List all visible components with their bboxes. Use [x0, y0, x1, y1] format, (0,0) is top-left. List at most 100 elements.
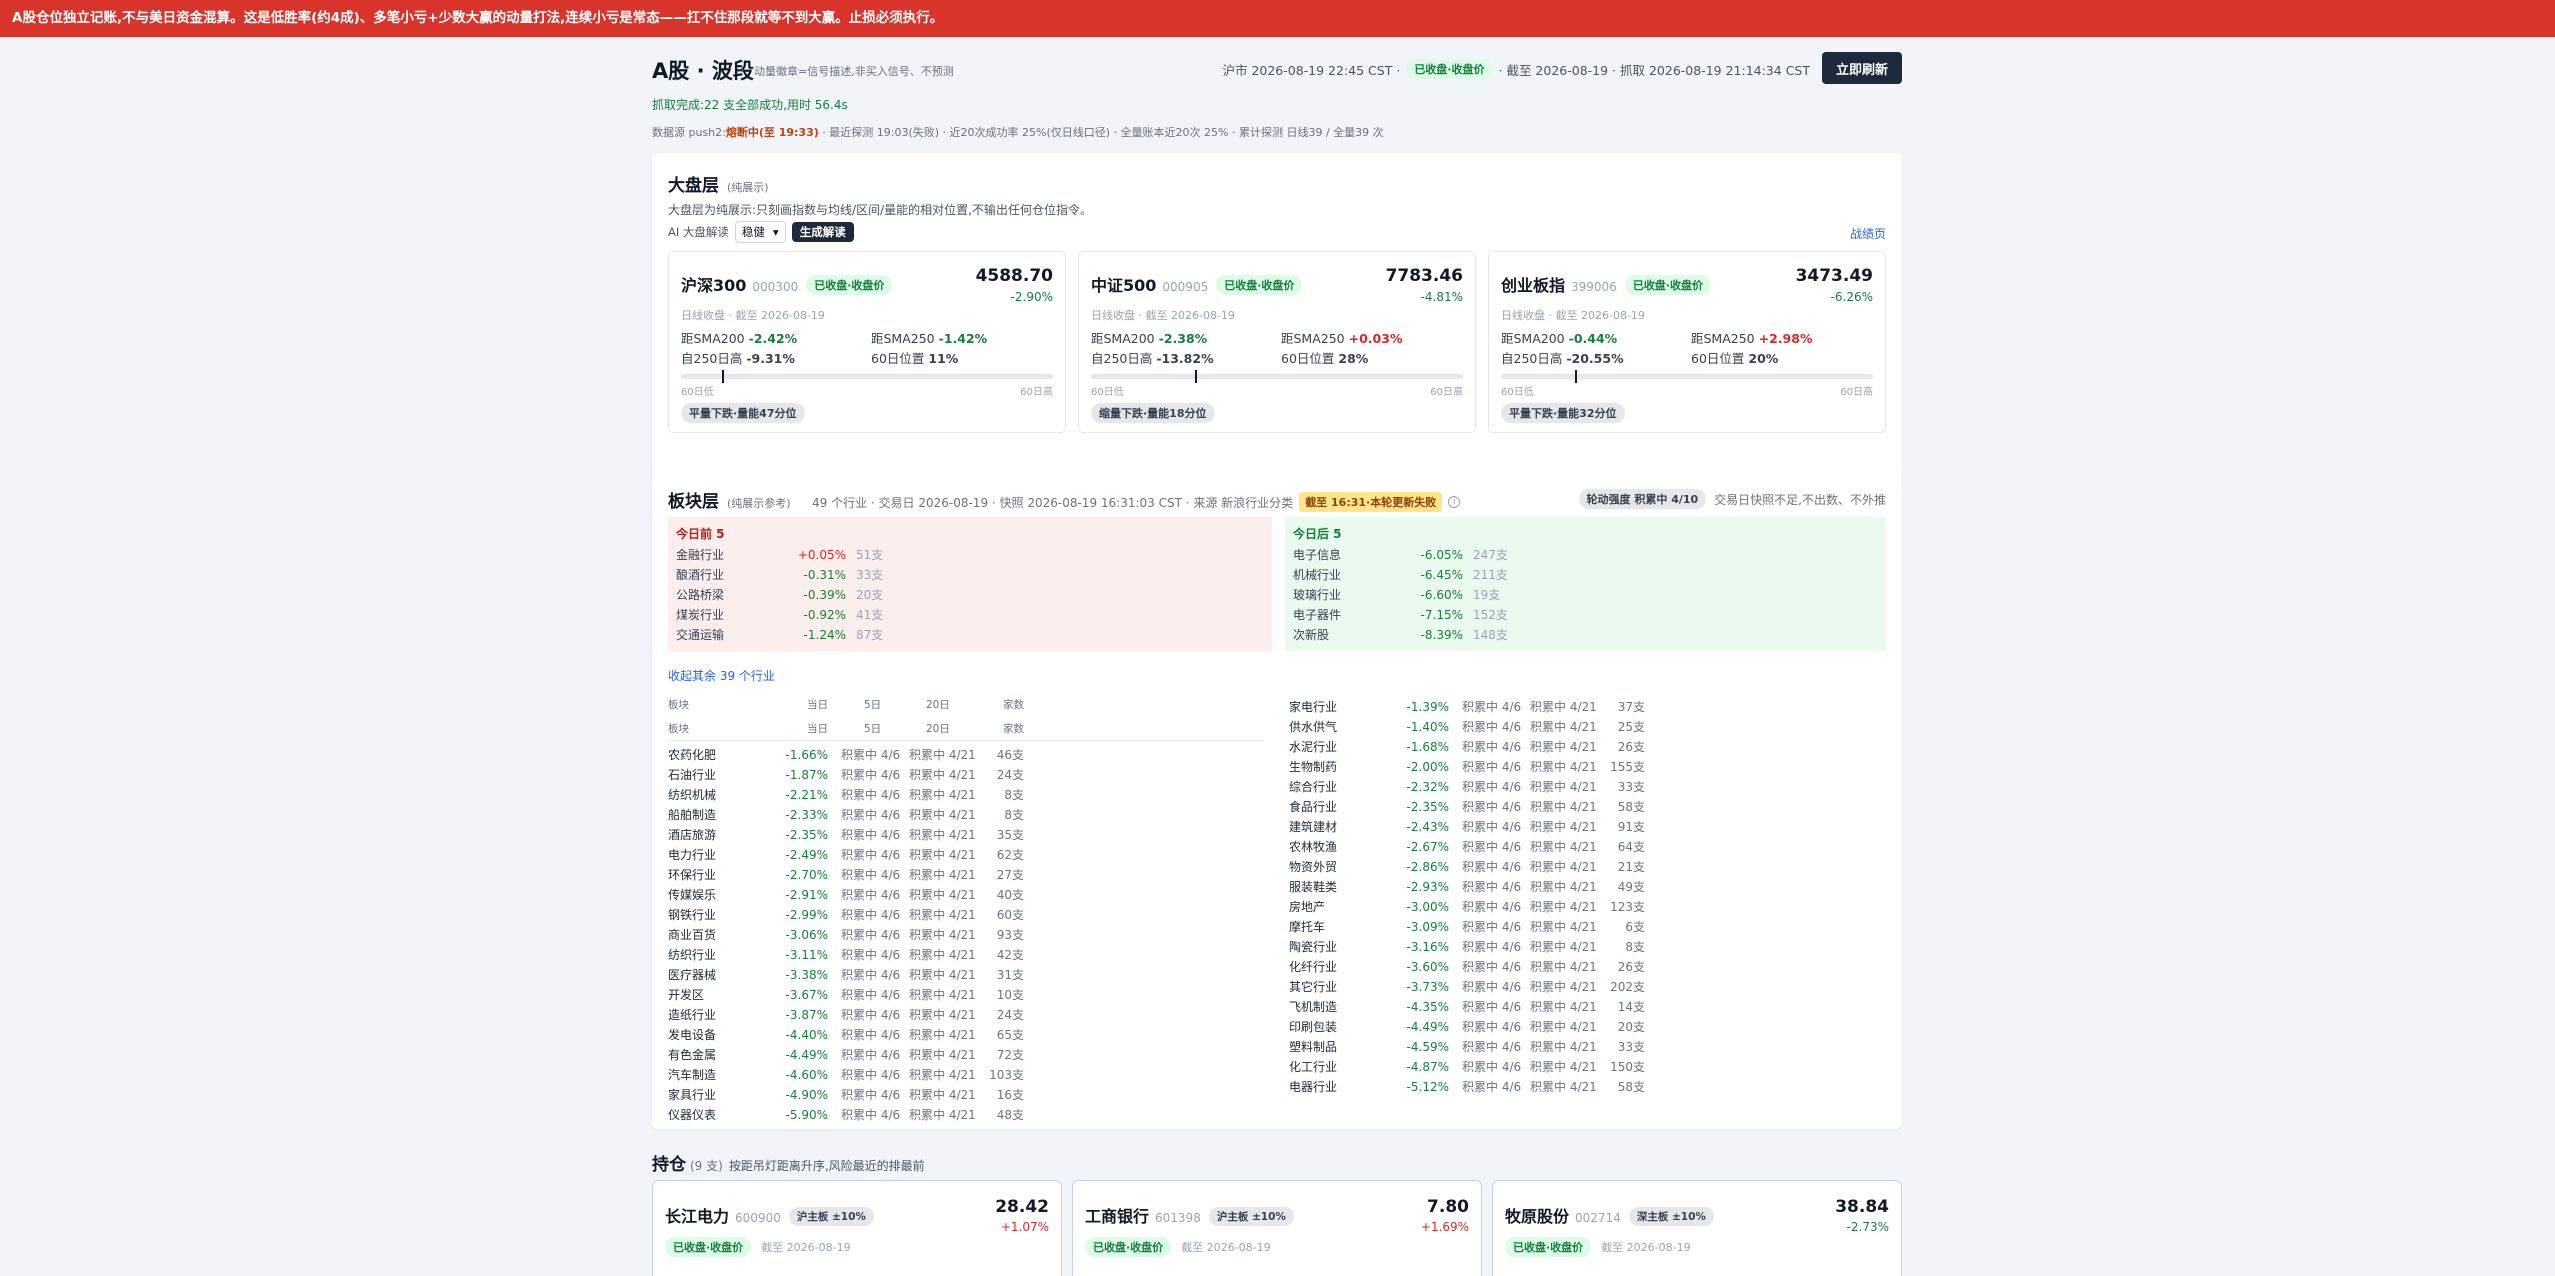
ai-style-select[interactable]: 稳健 ▾ — [734, 221, 786, 243]
table-row[interactable]: 传媒娱乐 -2.91% 积累中 4/6 积累中 4/21 40支 — [668, 885, 1028, 905]
sector-5d: 积累中 4/6 — [1462, 1060, 1522, 1074]
table-row[interactable]: 生物制药 -2.00% 积累中 4/6 积累中 4/21 155支 — [1289, 757, 1649, 777]
list-item[interactable]: 煤炭行业 -0.92% 41支 — [676, 605, 936, 625]
list-item[interactable]: 电子器件 -7.15% 152支 — [1293, 605, 1553, 625]
sector-5d: 积累中 4/6 — [841, 1028, 901, 1042]
col-5d: 5日 — [864, 723, 882, 735]
index-card[interactable]: 沪深300 000300 已收盘·收盘价 4588.70 -2.90% 日线收盘 · 截至… — [668, 251, 1066, 433]
table-row[interactable]: 家电行业 -1.39% 积累中 4/6 积累中 4/21 37支 — [1289, 697, 1649, 717]
sector-5d: 积累中 4/6 — [841, 908, 901, 922]
table-row[interactable]: 船舶制造 -2.33% 积累中 4/6 积累中 4/21 8支 — [668, 805, 1028, 825]
range-high-label: 60日高 — [1020, 387, 1053, 398]
list-item[interactable]: 酿酒行业 -0.31% 33支 — [676, 565, 936, 585]
list-item[interactable]: 电子信息 -6.05% 247支 — [1293, 545, 1553, 565]
table-row[interactable]: 纺织机械 -2.21% 积累中 4/6 积累中 4/21 8支 — [668, 785, 1028, 805]
table-row[interactable]: 医疗器械 -3.38% 积累中 4/6 积累中 4/21 31支 — [668, 965, 1028, 985]
table-row[interactable]: 供水供气 -1.40% 积累中 4/6 积累中 4/21 25支 — [1289, 717, 1649, 737]
bottom5-box: 今日后 5 电子信息 -6.05% 247支 机械行业 -6.45% 211支 玻璃行业 -6… — [1285, 517, 1886, 651]
table-row[interactable]: 开发区 -3.67% 积累中 4/6 积累中 4/21 10支 — [668, 985, 1028, 1005]
sector-day-change: -4.35% — [1406, 1000, 1449, 1014]
table-row[interactable]: 造纸行业 -3.87% 积累中 4/6 积累中 4/21 24支 — [668, 1005, 1028, 1025]
table-row[interactable]: 食品行业 -2.35% 积累中 4/6 积累中 4/21 58支 — [1289, 797, 1649, 817]
table-row[interactable]: 发电设备 -4.40% 积累中 4/6 积累中 4/21 65支 — [668, 1025, 1028, 1045]
table-row[interactable]: 摩托车 -3.09% 积累中 4/6 积累中 4/21 6支 — [1289, 917, 1649, 937]
table-row[interactable]: 化纤行业 -3.60% 积累中 4/6 积累中 4/21 26支 — [1289, 957, 1649, 977]
sector-20d: 积累中 4/21 — [1530, 900, 1597, 914]
sector-day-change: -2.67% — [1406, 840, 1449, 854]
table-row[interactable]: 电器行业 -5.12% 积累中 4/6 积累中 4/21 58支 — [1289, 1077, 1649, 1097]
holding-name: 工商银行 601398 沪主板 ±10% — [1085, 1203, 1294, 1228]
list-item[interactable]: 玻璃行业 -6.60% 19支 — [1293, 585, 1553, 605]
sector-day-change: -4.90% — [785, 1088, 828, 1102]
table-row[interactable]: 其它行业 -3.73% 积累中 4/6 积累中 4/21 202支 — [1289, 977, 1649, 997]
holding-card[interactable]: 长江电力 600900 沪主板 ±10% 28.42 +1.07% 已收盘·收盘价 截至 2… — [652, 1180, 1062, 1276]
holding-card[interactable]: 牧原股份 002714 深主板 ±10% 38.84 -2.73% 已收盘·收盘价 截至 2… — [1492, 1180, 1902, 1276]
list-item[interactable]: 机械行业 -6.45% 211支 — [1293, 565, 1553, 585]
list-item[interactable]: 金融行业 +0.05% 51支 — [676, 545, 936, 565]
holding-asof: 截至 2026-08-19 — [761, 1241, 851, 1254]
refresh-button[interactable]: 立即刷新 — [1822, 52, 1902, 84]
table-row[interactable]: 家具行业 -4.90% 积累中 4/6 积累中 4/21 16支 — [668, 1085, 1028, 1105]
table-row[interactable]: 印刷包装 -4.49% 积累中 4/6 积累中 4/21 20支 — [1289, 1017, 1649, 1037]
sector-day-change: -2.93% — [1406, 880, 1449, 894]
index-card[interactable]: 创业板指 399006 已收盘·收盘价 3473.49 -6.26% 日线收盘 · 截至 … — [1488, 251, 1886, 433]
info-icon[interactable]: i — [1448, 496, 1461, 508]
sector-name: 次新股 — [1293, 628, 1330, 642]
sector-day-change: -3.87% — [785, 1008, 828, 1022]
list-item[interactable]: 交通运输 -1.24% 87支 — [676, 625, 936, 645]
holding-card[interactable]: 工商银行 601398 沪主板 ±10% 7.80 +1.69% 已收盘·收盘价 截至 20… — [1072, 1180, 1482, 1276]
sector-count: 65支 — [996, 1028, 1024, 1042]
table-row[interactable]: 服装鞋类 -2.93% 积累中 4/6 积累中 4/21 49支 — [1289, 877, 1649, 897]
table-row[interactable]: 纺织行业 -3.11% 积累中 4/6 积累中 4/21 42支 — [668, 945, 1028, 965]
table-row[interactable]: 电力行业 -2.49% 积累中 4/6 积累中 4/21 62支 — [668, 845, 1028, 865]
range-high-label: 60日高 — [1430, 387, 1463, 398]
metric-value: -13.82% — [1156, 351, 1214, 366]
sector-change: -0.31% — [803, 568, 846, 582]
generate-interpretation-button[interactable]: 生成解读 — [791, 222, 854, 242]
collapse-sectors-link[interactable]: 收起其余 39 个行业 — [668, 667, 775, 684]
table-row[interactable]: 汽车制造 -4.60% 积累中 4/6 积累中 4/21 103支 — [668, 1065, 1028, 1085]
sector-day-change: -4.60% — [785, 1068, 828, 1082]
sector-name: 金融行业 — [676, 548, 725, 562]
table-row[interactable]: 水泥行业 -1.68% 积累中 4/6 积累中 4/21 26支 — [1289, 737, 1649, 757]
table-row[interactable]: 塑料制品 -4.59% 积累中 4/6 积累中 4/21 33支 — [1289, 1037, 1649, 1057]
sector-5d: 积累中 4/6 — [841, 948, 901, 962]
metric-label: 自250日高 — [681, 351, 743, 366]
sector-count: 62支 — [996, 848, 1024, 862]
table-row[interactable]: 化工行业 -4.87% 积累中 4/6 积累中 4/21 150支 — [1289, 1057, 1649, 1077]
sector-title-text: 板块层 — [668, 492, 719, 512]
table-row[interactable]: 农林牧渔 -2.67% 积累中 4/6 积累中 4/21 64支 — [1289, 837, 1649, 857]
table-row[interactable]: 商业百货 -3.06% 积累中 4/6 积累中 4/21 93支 — [668, 925, 1028, 945]
list-item[interactable]: 公路桥梁 -0.39% 20支 — [676, 585, 936, 605]
sector-5d: 积累中 4/6 — [1462, 860, 1522, 874]
table-row[interactable]: 仪器仪表 -5.90% 积累中 4/6 积累中 4/21 48支 — [668, 1105, 1028, 1125]
metric-label: 距SMA200 — [1501, 331, 1565, 346]
sector-5d: 积累中 4/6 — [841, 848, 901, 862]
sector-day-change: -1.40% — [1406, 720, 1449, 734]
performance-page-link[interactable]: 战绩页 — [1850, 225, 1886, 242]
table-row[interactable]: 陶瓷行业 -3.16% 积累中 4/6 积累中 4/21 8支 — [1289, 937, 1649, 957]
table-row[interactable]: 建筑建材 -2.43% 积累中 4/6 积累中 4/21 91支 — [1289, 817, 1649, 837]
sector-count: 35支 — [996, 828, 1024, 842]
table-row[interactable]: 物资外贸 -2.86% 积累中 4/6 积累中 4/21 21支 — [1289, 857, 1649, 877]
sector-day-change: -3.67% — [785, 988, 828, 1002]
sector-20d: 积累中 4/21 — [1530, 740, 1597, 754]
sector-count: 8支 — [1004, 808, 1024, 822]
table-row[interactable]: 石油行业 -1.87% 积累中 4/6 积累中 4/21 24支 — [668, 765, 1028, 785]
table-row[interactable]: 房地产 -3.00% 积累中 4/6 积累中 4/21 123支 — [1289, 897, 1649, 917]
holdings-title-text: 持仓 — [652, 1155, 686, 1175]
index-name: 中证500 000905 已收盘·收盘价 — [1091, 272, 1303, 297]
metric-pos60: 60日位置 11% — [871, 348, 958, 367]
sector-count: 72支 — [996, 1048, 1024, 1062]
table-row[interactable]: 钢铁行业 -2.99% 积累中 4/6 积累中 4/21 60支 — [668, 905, 1028, 925]
index-card[interactable]: 中证500 000905 已收盘·收盘价 7783.46 -4.81% 日线收盘 · 截至… — [1078, 251, 1476, 433]
list-item[interactable]: 次新股 -8.39% 148支 — [1293, 625, 1553, 645]
table-row[interactable]: 有色金属 -4.49% 积累中 4/6 积累中 4/21 72支 — [668, 1045, 1028, 1065]
metric-sma250: 距SMA250 +2.98% — [1691, 328, 1812, 347]
holding-name: 牧原股份 002714 深主板 ±10% — [1505, 1203, 1714, 1228]
table-row[interactable]: 酒店旅游 -2.35% 积累中 4/6 积累中 4/21 35支 — [668, 825, 1028, 845]
table-row[interactable]: 综合行业 -2.32% 积累中 4/6 积累中 4/21 33支 — [1289, 777, 1649, 797]
table-row[interactable]: 农药化肥 -1.66% 积累中 4/6 积累中 4/21 46支 — [668, 745, 1028, 765]
table-row[interactable]: 飞机制造 -4.35% 积累中 4/6 积累中 4/21 14支 — [1289, 997, 1649, 1017]
table-row[interactable]: 环保行业 -2.70% 积累中 4/6 积累中 4/21 27支 — [668, 865, 1028, 885]
